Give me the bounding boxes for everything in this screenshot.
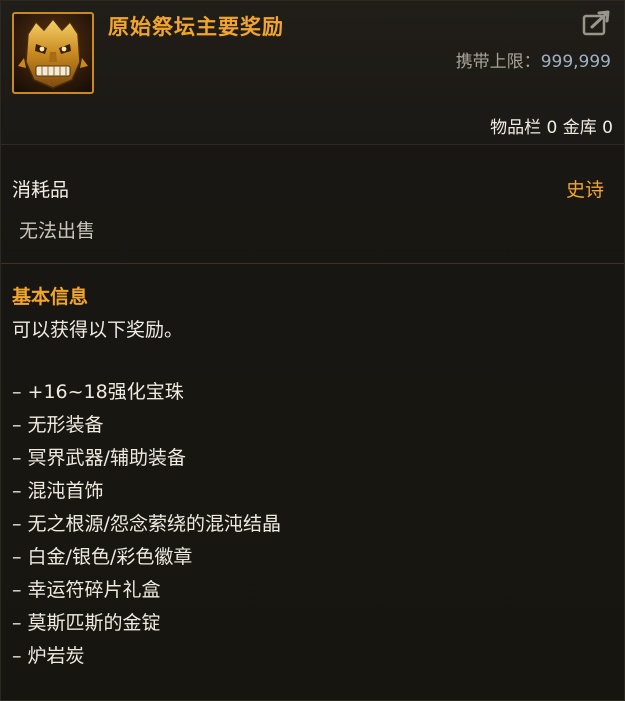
sell-status: 无法出售 bbox=[19, 220, 96, 242]
share-icon[interactable] bbox=[582, 9, 614, 37]
reward-list: – +16~18强化宝珠 – 无形装备 – 冥界武器/辅助装备 – 混沌首饰 –… bbox=[12, 381, 624, 678]
reward-item: – 炉岩炭 bbox=[12, 645, 85, 667]
reward-item: – 无形装备 bbox=[12, 414, 104, 436]
golden-lion-mask-icon bbox=[12, 12, 94, 94]
basic-info-section: 基本信息 可以获得以下奖励。 – +16~18强化宝珠 – 无形装备 – 冥界武… bbox=[1, 264, 624, 678]
carry-limit: 携带上限：999,999 bbox=[456, 47, 611, 72]
tooltip-header: 原始祭坛主要奖励 携带上限：999,999 物品栏 0 金库 0 bbox=[1, 1, 624, 145]
reward-item: – +16~18强化宝珠 bbox=[12, 381, 184, 403]
reward-item: – 莫斯匹斯的金锭 bbox=[12, 612, 161, 634]
carry-limit-value: 999,999 bbox=[540, 52, 611, 72]
reward-item: – 冥界武器/辅助装备 bbox=[12, 447, 186, 469]
reward-item: – 无之根源/怨念萦绕的混沌结晶 bbox=[12, 513, 281, 535]
item-category: 消耗品 bbox=[12, 179, 70, 201]
reward-item: – 混沌首饰 bbox=[12, 480, 104, 502]
item-rarity: 史诗 bbox=[565, 179, 604, 201]
basic-info-title: 基本信息 bbox=[12, 286, 89, 308]
reward-item: – 白金/银色/彩色徽章 bbox=[12, 546, 193, 568]
carry-limit-label: 携带上限： bbox=[455, 52, 541, 72]
reward-item: – 幸运符碎片礼盒 bbox=[12, 579, 161, 601]
storage-count: 物品栏 0 金库 0 bbox=[490, 118, 613, 138]
item-properties: 消耗品 史诗 无法出售 bbox=[1, 145, 624, 264]
basic-info-description: 可以获得以下奖励。 bbox=[12, 319, 184, 341]
item-name: 原始祭坛主要奖励 bbox=[108, 15, 284, 39]
item-tooltip: 原始祭坛主要奖励 携带上限：999,999 物品栏 0 金库 0 消耗品 史诗 … bbox=[0, 0, 625, 701]
